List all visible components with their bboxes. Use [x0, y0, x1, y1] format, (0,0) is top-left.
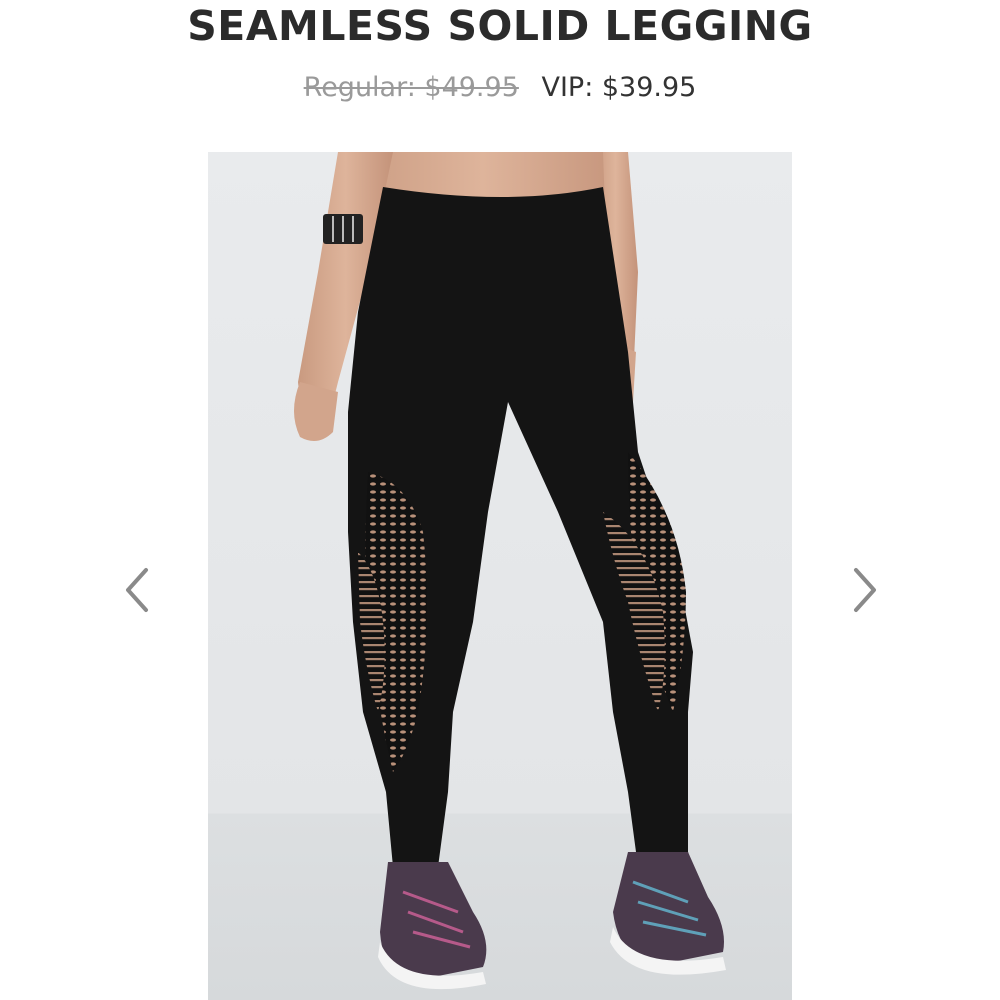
legging-photo — [208, 152, 792, 1000]
vip-price: VIP: $39.95 — [541, 72, 697, 103]
next-image-button[interactable] — [834, 560, 894, 620]
product-page: SEAMLESS SOLID LEGGING Regular: $49.95 V… — [0, 0, 1000, 1000]
product-title: SEAMLESS SOLID LEGGING — [187, 2, 813, 50]
price-row: Regular: $49.95 VIP: $39.95 — [0, 68, 1000, 108]
product-image[interactable] — [208, 152, 792, 1000]
regular-price: Regular: $49.95 — [303, 72, 519, 103]
chevron-left-icon — [126, 568, 148, 612]
previous-image-button[interactable] — [108, 560, 168, 620]
chevron-right-icon — [854, 568, 876, 612]
